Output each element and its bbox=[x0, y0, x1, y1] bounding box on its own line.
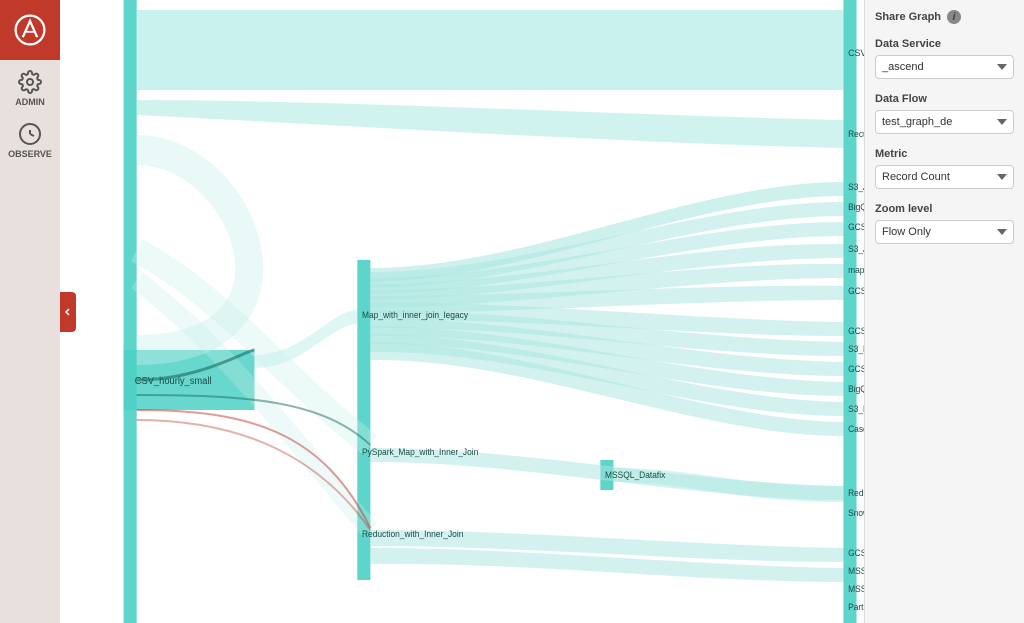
metric-section: Metric Record Count bbox=[875, 148, 1014, 189]
share-graph-label: Share Graph bbox=[875, 11, 941, 23]
bigquerypfs-label: BigQueryPFS bbox=[848, 384, 864, 394]
mssql-partitioned-label: MSSQL_Partitioned bbox=[848, 584, 864, 594]
chart-area: CSV_hourly_small bbox=[60, 0, 864, 623]
bigquery-sink-label: BigQuery_Sink bbox=[848, 202, 864, 212]
pyspark-map-label: PySpark_Map_with_Inner_Join bbox=[362, 447, 478, 457]
s3-avro-label: S3_Avro bbox=[848, 182, 864, 192]
sidebar-item-observe-label: OBSERVE bbox=[8, 149, 52, 159]
sidebar-item-admin-label: ADMIN bbox=[15, 97, 45, 107]
sidebar-item-admin[interactable]: ADMIN bbox=[0, 60, 60, 112]
cascading-pyspark-label: Cascading_PySpark_Sink bbox=[848, 424, 864, 434]
zoom-level-select[interactable]: Flow Only bbox=[875, 220, 1014, 244]
gear-icon bbox=[18, 70, 42, 94]
chart-icon bbox=[18, 122, 42, 146]
metric-select[interactable]: Record Count bbox=[875, 165, 1014, 189]
metric-label: Metric bbox=[875, 148, 1014, 160]
snowflake-full-load-label: Snowflake_Full_Load bbox=[848, 508, 864, 518]
sidebar: ADMIN OBSERVE bbox=[0, 0, 60, 623]
gcs-common-prefix-label: GCS Common Prefix bbox=[848, 548, 864, 558]
data-flow-label: Data Flow bbox=[875, 93, 1014, 105]
data-service-label: Data Service bbox=[875, 38, 1014, 50]
mssql-full-label: MSSQL Full bbox=[848, 566, 864, 576]
sidebar-item-observe[interactable]: OBSERVE bbox=[0, 112, 60, 164]
gcs-xsv-label: GCS_XSV bbox=[848, 364, 864, 374]
s3-parquet-sink-label: S3_Parquet_Sink bbox=[848, 344, 864, 354]
zoom-level-label: Zoom level bbox=[875, 203, 1014, 215]
s3-parquet-p-label: S3_Parquet_P bbox=[848, 404, 864, 414]
redshift-full-load-label: Redshift_Full_Load_Sink_PFS bbox=[848, 488, 864, 498]
share-graph-info-icon[interactable]: i bbox=[947, 10, 961, 24]
map2-label: map2 bbox=[848, 265, 864, 275]
gcs-orc-part-label: GCS_Orc_Part bbox=[848, 286, 864, 296]
reduction-inner-join-label: Reduction_with_Inner_Join bbox=[362, 529, 464, 539]
mssql-datafix-label: MSSQL_Datafix bbox=[605, 470, 666, 480]
right-panel: Share Graph i Data Service _ascend Data … bbox=[864, 0, 1024, 623]
gcs-json-label: GCS_JSON bbox=[848, 326, 864, 336]
data-flow-select[interactable]: test_graph_de bbox=[875, 110, 1014, 134]
csv-small-view-label: CSV_hourly_small_view bbox=[848, 48, 864, 58]
map-inner-join-label: Map_with_inner_join_legacy bbox=[362, 310, 469, 320]
s3-avro-part-sink-label: S3_Avro_Part_Sink bbox=[848, 244, 864, 254]
logo[interactable] bbox=[0, 0, 60, 60]
partitioned-snowflake-label: Partitioned_Snowflake_Sink bbox=[848, 602, 864, 612]
gcs-xsv-part-label: GCS_XSV_Part bbox=[848, 222, 864, 232]
sankey-diagram: CSV_hourly_small bbox=[60, 0, 864, 623]
zoom-level-section: Zoom level Flow Only bbox=[875, 203, 1014, 244]
recursive-total-label: Recursive Total Count on Timestamp bbox=[848, 129, 864, 139]
collapse-button[interactable] bbox=[60, 292, 76, 332]
share-graph-section: Share Graph i bbox=[875, 10, 1014, 24]
data-service-section: Data Service _ascend bbox=[875, 38, 1014, 79]
data-flow-section: Data Flow test_graph_de bbox=[875, 93, 1014, 134]
main: CSV_hourly_small bbox=[60, 0, 1024, 623]
data-service-select[interactable]: _ascend bbox=[875, 55, 1014, 79]
